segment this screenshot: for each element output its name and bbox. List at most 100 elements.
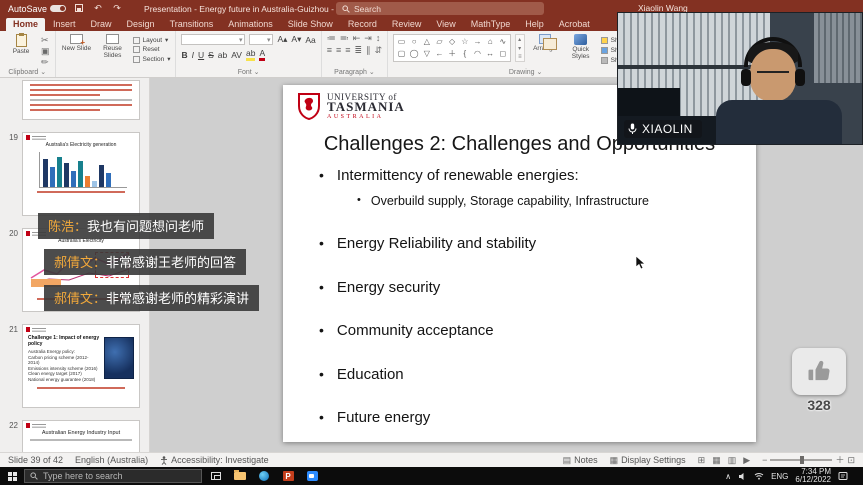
slide-thumbnail-22[interactable]: Australian Energy Industry Input <box>22 420 140 452</box>
slide-sorter-icon[interactable]: ▦ <box>712 456 721 465</box>
character-spacing-icon[interactable]: AV <box>231 50 242 60</box>
shape-square-icon[interactable]: ▢ <box>398 49 406 58</box>
drawing-dialog-launcher[interactable]: ⌄ <box>537 69 543 76</box>
fit-slide-button[interactable]: ⊡ <box>847 456 855 465</box>
line-spacing-icon[interactable]: ↕ <box>376 34 381 43</box>
taskbar-clock[interactable]: 7:34 PM 6/12/2022 <box>795 468 831 485</box>
powerpoint-icon[interactable]: P <box>278 468 298 484</box>
thumbnail-row-21[interactable]: 21 Challenge 1: Impact of energy policy … <box>6 324 145 408</box>
action-center-icon[interactable] <box>838 471 848 481</box>
text-direction-icon[interactable]: ⇵ <box>375 46 383 55</box>
zoom-out-button[interactable]: − <box>762 456 767 465</box>
indent-decrease-icon[interactable]: ⇤ <box>353 34 361 43</box>
indent-increase-icon[interactable]: ⇥ <box>364 34 372 43</box>
accessibility-status[interactable]: Accessibility: Investigate <box>160 455 269 465</box>
tab-insert[interactable]: Insert <box>46 18 83 31</box>
text-shadow-button[interactable]: ab <box>218 50 227 60</box>
clipboard-dialog-launcher[interactable]: ⌄ <box>40 69 46 76</box>
start-button[interactable] <box>0 467 24 485</box>
bold-button[interactable]: B <box>181 50 187 60</box>
shape-plus-icon[interactable]: ＋ <box>448 48 456 59</box>
reuse-slides-button[interactable]: Reuse Slides <box>97 34 129 59</box>
normal-view-icon[interactable]: ⊞ <box>698 456 706 465</box>
tab-record[interactable]: Record <box>341 18 384 31</box>
file-explorer-icon[interactable] <box>230 468 250 484</box>
slide-thumbnail-19[interactable]: Australia's Electricity generation <box>22 132 140 216</box>
tab-review[interactable]: Review <box>385 18 429 31</box>
copy-icon[interactable]: ▣ <box>41 47 50 56</box>
shapes-gallery[interactable]: ▭○△▱◇☆→⌂∿ ▢◯▽←＋{◠↔◻ <box>393 34 511 62</box>
slide-indicator[interactable]: Slide 39 of 42 <box>8 455 63 465</box>
font-dialog-launcher[interactable]: ⌄ <box>254 69 260 76</box>
tab-slide-show[interactable]: Slide Show <box>281 18 340 31</box>
shape-circle-icon[interactable]: ○ <box>412 37 417 46</box>
align-left-icon[interactable]: ≡ <box>327 46 332 55</box>
justify-icon[interactable]: ≣ <box>355 46 363 55</box>
tray-chevron-icon[interactable]: ∧ <box>725 472 731 481</box>
paragraph-dialog-launcher[interactable]: ⌄ <box>369 69 375 76</box>
font-size-select[interactable]: ▾ <box>249 34 273 45</box>
zoom-in-button[interactable]: ＋ <box>835 456 844 465</box>
shape-star-icon[interactable]: ☆ <box>461 37 468 46</box>
zoom-slider-handle[interactable] <box>800 456 804 464</box>
layout-button[interactable]: Layout ▾ <box>133 36 171 44</box>
redo-icon[interactable]: ↷ <box>111 3 123 14</box>
tab-mathtype[interactable]: MathType <box>464 18 518 31</box>
webcam-video-tile[interactable]: XIAOLIN <box>617 12 863 145</box>
thumbnail-row-19[interactable]: 19 Australia's Electricity generation <box>6 132 145 216</box>
shape-left-arrow-icon[interactable]: ← <box>435 49 443 58</box>
tab-acrobat[interactable]: Acrobat <box>552 18 597 31</box>
section-button[interactable]: Section ▾ <box>133 55 171 63</box>
shape-home-icon[interactable]: ⌂ <box>488 37 493 46</box>
align-center-icon[interactable]: ≡ <box>336 46 341 55</box>
task-view-icon[interactable] <box>206 468 226 484</box>
paste-button[interactable]: Paste <box>5 34 37 55</box>
strikethrough-button[interactable]: S <box>208 50 214 60</box>
edge-browser-icon[interactable] <box>254 468 274 484</box>
shape-triangle-icon[interactable]: △ <box>424 37 430 46</box>
titlebar-search[interactable]: Search <box>336 2 544 15</box>
numbering-icon[interactable]: ≕ <box>340 34 349 43</box>
notes-button[interactable]: ▤Notes <box>563 455 598 465</box>
slide-thumbnail-partial[interactable] <box>22 80 140 120</box>
save-icon[interactable] <box>73 4 85 14</box>
undo-icon[interactable]: ↶ <box>92 3 104 14</box>
shape-double-arrow-icon[interactable]: ↔ <box>486 49 494 58</box>
tab-view[interactable]: View <box>429 18 462 31</box>
tab-animations[interactable]: Animations <box>221 18 280 31</box>
tab-home[interactable]: Home <box>6 18 45 31</box>
shape-line-icon[interactable]: ∿ <box>499 37 506 46</box>
italic-button[interactable]: I <box>192 50 194 60</box>
zoom-app-icon[interactable] <box>302 468 322 484</box>
shape-parallelogram-icon[interactable]: ▱ <box>436 37 442 46</box>
quick-styles-button[interactable]: Quick Styles <box>565 34 597 60</box>
bullets-icon[interactable]: ≔ <box>327 34 336 43</box>
shape-oval-icon[interactable]: ◯ <box>410 49 419 58</box>
taskbar-search[interactable]: Type here to search <box>24 469 202 483</box>
format-painter-icon[interactable]: ✏ <box>41 58 50 67</box>
thumbnail-row-22[interactable]: 22 Australian Energy Industry Input <box>6 420 145 452</box>
font-name-select[interactable]: ▾ <box>181 34 245 45</box>
tab-transitions[interactable]: Transitions <box>163 18 221 31</box>
slideshow-icon[interactable]: ▶ <box>743 456 750 465</box>
underline-button[interactable]: U <box>198 50 204 60</box>
arrange-button[interactable]: Arrange <box>529 34 561 52</box>
shape-rect-icon[interactable]: ▭ <box>398 37 406 46</box>
shapes-scrollbar[interactable]: ▴▾≡ <box>515 34 525 62</box>
tab-design[interactable]: Design <box>120 18 162 31</box>
change-case-icon[interactable]: Aa <box>305 35 315 45</box>
shape-callout-icon[interactable]: ◻ <box>499 49 506 58</box>
highlight-color-button[interactable]: ab <box>246 48 255 61</box>
wifi-icon[interactable] <box>754 472 764 480</box>
thumbnail-row-partial[interactable] <box>6 80 145 120</box>
shape-brace-icon[interactable]: { <box>463 49 466 58</box>
tab-help[interactable]: Help <box>518 18 551 31</box>
shape-arc-icon[interactable]: ◠ <box>474 49 481 58</box>
shape-arrow-icon[interactable]: → <box>473 37 481 46</box>
decrease-font-icon[interactable]: A▾ <box>291 34 301 45</box>
shape-down-triangle-icon[interactable]: ▽ <box>424 49 430 58</box>
language-indicator[interactable]: English (Australia) <box>75 455 148 465</box>
tab-draw[interactable]: Draw <box>84 18 119 31</box>
cut-icon[interactable]: ✂ <box>41 36 50 45</box>
reset-button[interactable]: Reset <box>133 46 171 53</box>
